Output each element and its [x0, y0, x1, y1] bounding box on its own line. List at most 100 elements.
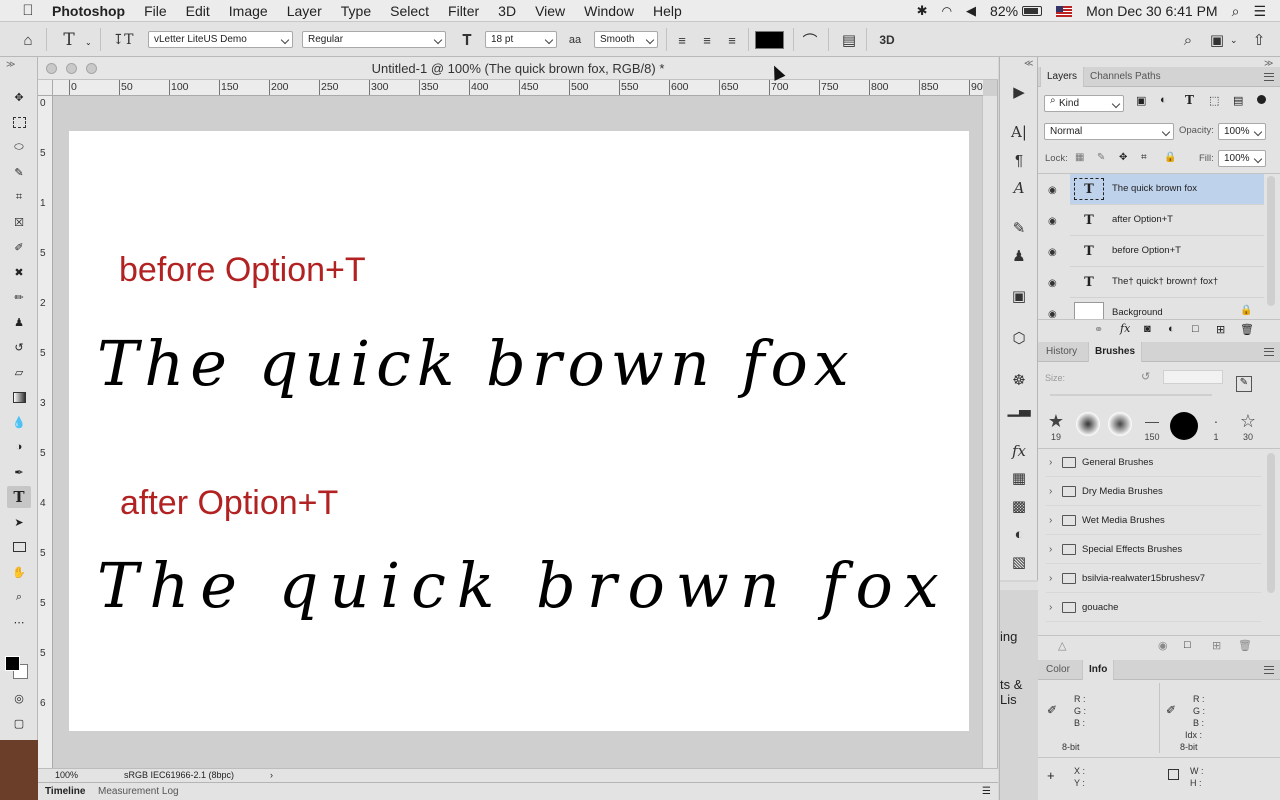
zoom-tool-icon[interactable]: ⌕ — [7, 586, 31, 608]
horizontal-ruler[interactable]: 0 50 100 150 200 250 300 350 400 450 500 550 600 650 7… — [53, 80, 983, 96]
flag-icon[interactable] — [1056, 5, 1073, 17]
adjustment-layer-icon[interactable]: ◐ — [1168, 323, 1175, 335]
blend-mode-select[interactable]: Normal — [1044, 123, 1174, 140]
tab-color[interactable]: Color — [1040, 660, 1076, 680]
home-icon[interactable]: ⌂ — [17, 29, 39, 51]
brush-folder[interactable]: › gouache — [1046, 594, 1261, 622]
lock-position-icon[interactable]: ✥ — [1119, 152, 1127, 163]
menu-type[interactable]: Type — [341, 3, 371, 19]
brush-preset[interactable] — [1073, 410, 1103, 450]
brushes-scrollbar[interactable] — [1267, 453, 1275, 593]
label-after[interactable]: after Option+T — [120, 484, 338, 523]
gradient-tool-icon[interactable] — [7, 386, 31, 408]
menu-window[interactable]: Window — [584, 3, 634, 19]
menu-layer[interactable]: Layer — [287, 3, 322, 19]
layer-style-fx-icon[interactable]: fx — [1120, 322, 1130, 335]
menu-filter[interactable]: Filter — [448, 3, 479, 19]
panel-menu-icon[interactable] — [1264, 73, 1274, 81]
glyphs-icon[interactable]: A — [1008, 177, 1030, 199]
layers-scrollbar[interactable] — [1267, 176, 1275, 306]
datetime[interactable]: Mon Dec 30 6:41 PM — [1086, 3, 1218, 19]
swatches-icon[interactable]: ▦ — [1008, 467, 1030, 489]
chevron-down-icon[interactable]: ⌄ — [1230, 35, 1238, 46]
font-family-select[interactable]: vLetter LiteUS Demo — [148, 31, 293, 48]
type-tool-preset-icon[interactable]: T — [58, 29, 80, 51]
tab-paths[interactable]: Paths — [1129, 67, 1167, 87]
chevron-right-icon[interactable]: › — [270, 769, 273, 782]
font-style-select[interactable]: Regular — [302, 31, 446, 48]
tab-layers[interactable]: Layers — [1040, 67, 1085, 87]
brush-folder[interactable]: › Dry Media Brushes — [1046, 478, 1261, 506]
menu-file[interactable]: File — [144, 3, 167, 19]
brush-preset[interactable]: ☆ 30 — [1233, 410, 1263, 450]
chevron-down-icon[interactable]: ⌄ — [85, 38, 92, 47]
align-center-icon[interactable]: ≡ — [696, 29, 718, 51]
marquee-tool-icon[interactable] — [7, 111, 31, 133]
filter-pixel-icon[interactable]: ▣ — [1136, 94, 1146, 107]
menu-select[interactable]: Select — [390, 3, 429, 19]
crop-tool-icon[interactable]: ⌗ — [7, 186, 31, 208]
type-tool-icon[interactable]: T — [7, 486, 31, 508]
tab-measurement-log[interactable]: Measurement Log — [98, 786, 179, 797]
filter-toggle-icon[interactable] — [1257, 95, 1266, 104]
brush-folder[interactable]: › bsilvia-realwater15brushesv7 — [1046, 565, 1261, 593]
character-panel-icon[interactable]: ▤ — [838, 29, 860, 51]
size-slider[interactable] — [1050, 394, 1212, 396]
filter-adjustment-icon[interactable]: ◐ — [1160, 94, 1167, 106]
minimize-window-button[interactable] — [66, 63, 77, 74]
character-icon[interactable]: A| — [1008, 121, 1030, 143]
layer-name[interactable]: before Option+T — [1112, 245, 1181, 256]
more-tools-icon[interactable]: ⋯ — [7, 611, 31, 633]
clone-source-icon[interactable]: ♟ — [1008, 245, 1030, 267]
fill-field[interactable]: 100% — [1218, 150, 1266, 167]
new-layer-icon[interactable]: ⊞ — [1216, 323, 1225, 336]
layer-row[interactable]: T after Option+T — [1070, 205, 1264, 236]
quick-mask-icon[interactable]: ◎ — [7, 687, 31, 709]
brush-preset[interactable]: · 1 — [1201, 410, 1231, 450]
eyedropper-tool-icon[interactable]: ✐ — [7, 236, 31, 258]
adjustments-icon[interactable]: ▩ — [1008, 495, 1030, 517]
layer-name[interactable]: after Option+T — [1112, 214, 1173, 225]
pen-tool-icon[interactable]: ✒ — [7, 461, 31, 483]
canvas[interactable]: before Option+T The quick brown fox afte… — [69, 131, 969, 731]
eye-visibility-icon[interactable]: ◉ — [1048, 247, 1062, 258]
wifi-icon[interactable]: ◠ — [942, 4, 952, 18]
filter-shape-icon[interactable]: ⬚ — [1209, 94, 1219, 107]
menu-help[interactable]: Help — [653, 3, 682, 19]
move-tool-icon[interactable]: ✥ — [7, 86, 31, 108]
notification-center-icon[interactable]: ☰ — [1253, 3, 1266, 20]
lock-artboard-icon[interactable]: ⌗ — [1141, 152, 1147, 163]
brush-folder[interactable]: › Special Effects Brushes — [1046, 536, 1261, 564]
navigator-icon[interactable]: ☸ — [1008, 369, 1030, 391]
brush-preset[interactable] — [1105, 410, 1135, 450]
new-folder-icon[interactable]: □ — [1184, 639, 1191, 651]
menu-3d[interactable]: 3D — [498, 3, 516, 19]
zoom-window-button[interactable] — [86, 63, 97, 74]
delete-layer-icon[interactable]: 🗑 — [1240, 323, 1254, 336]
tab-history[interactable]: History — [1040, 342, 1083, 362]
dodge-tool-icon[interactable]: ◑ — [7, 436, 31, 458]
layer-row[interactable]: T before Option+T — [1070, 236, 1264, 267]
layer-filter-select[interactable]: Kind — [1044, 95, 1124, 112]
battery-icon[interactable] — [1022, 6, 1043, 16]
brush-size-slider-icon[interactable]: △ — [1058, 639, 1066, 652]
brush-preset[interactable]: —150 — [1137, 410, 1167, 450]
layer-row[interactable]: T The quick brown fox — [1070, 174, 1264, 205]
eraser-tool-icon[interactable]: ▱ — [7, 361, 31, 383]
script-text-after[interactable]: The quick brown fox — [97, 549, 950, 622]
zoom-level[interactable]: 100% — [55, 769, 78, 782]
collapse-toolbar-icon[interactable]: ≫ — [6, 59, 15, 70]
brush-preset[interactable] — [1169, 410, 1199, 450]
layer-name[interactable]: The quick brown fox — [1112, 183, 1197, 194]
collapse-panels-icon[interactable]: ≪ — [1024, 58, 1033, 69]
quick-selection-tool-icon[interactable]: ✎ — [7, 161, 31, 183]
eye-visibility-icon[interactable]: ◉ — [1048, 278, 1062, 289]
lock-transparent-icon[interactable]: ▦ — [1075, 152, 1084, 163]
eye-visibility-icon[interactable]: ◉ — [1048, 309, 1062, 319]
workspace-icon[interactable]: ▣ — [1206, 29, 1228, 51]
brush-tool-icon[interactable]: ✏ — [7, 286, 31, 308]
blur-tool-icon[interactable]: 💧 — [7, 411, 31, 433]
align-right-icon[interactable]: ≡ — [721, 29, 743, 51]
foreground-color-swatch[interactable] — [5, 656, 20, 671]
styles-fx-icon[interactable]: fx — [1008, 440, 1030, 462]
